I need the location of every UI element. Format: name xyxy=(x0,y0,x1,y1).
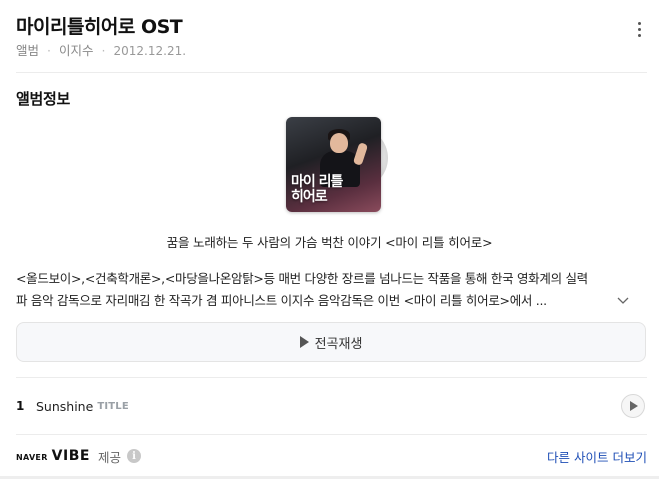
play-all-label: 전곡재생 xyxy=(314,336,363,352)
cover-title-art: 마이 리틀 히어로 xyxy=(291,174,343,205)
separator-dot: · xyxy=(101,43,106,58)
description-line: 파 음악 감독으로 자리매김 한 작곡가 겸 피아니스트 이지수 음악감독은 이… xyxy=(16,293,547,308)
track-play-button[interactable] xyxy=(621,394,645,418)
album-artist[interactable]: 이지수 xyxy=(59,42,94,60)
more-sites-link[interactable]: 다른 사이트 더보기 xyxy=(547,447,647,466)
divider xyxy=(16,72,647,73)
more-options-icon[interactable] xyxy=(629,18,649,40)
info-icon[interactable]: i xyxy=(126,449,141,463)
title-badge: TITLE xyxy=(97,400,129,412)
release-date: 2012.12.21. xyxy=(113,44,187,58)
play-icon xyxy=(630,401,638,411)
album-header: 마이리틀히어로 OST 앨범 · 이지수 · 2012.12.21. xyxy=(16,14,649,58)
album-tagline: 꿈을 노래하는 두 사람의 가슴 벅찬 이야기 <마이 리틀 히어로> xyxy=(166,235,493,250)
play-icon xyxy=(299,336,309,348)
footer: NAVER VIBE 제공 i 다른 사이트 더보기 xyxy=(16,446,647,466)
vibe-logo[interactable]: NAVER VIBE xyxy=(16,448,90,464)
track-number: 1 xyxy=(16,399,25,413)
divider xyxy=(16,434,647,435)
provided-by-label: 제공 xyxy=(97,449,121,465)
divider xyxy=(16,377,647,378)
album-type: 앨범 xyxy=(16,43,40,58)
album-description: <올드보이>,<건축학개론>,<마당을나온암탉>등 매번 다양한 장르를 넘나드… xyxy=(16,268,646,312)
album-meta: 앨범 · 이지수 · 2012.12.21. xyxy=(16,42,649,60)
chevron-down-icon[interactable] xyxy=(616,294,630,308)
track-row[interactable]: 1 Sunshine TITLE xyxy=(16,392,647,420)
description-line: <올드보이>,<건축학개론>,<마당을나온암탉>등 매번 다양한 장르를 넘나드… xyxy=(16,271,588,286)
track-name[interactable]: Sunshine xyxy=(36,399,93,414)
album-art-image: 마이 리틀 히어로 xyxy=(286,117,381,212)
separator-dot: · xyxy=(47,43,51,58)
play-all-button[interactable]: 전곡재생 xyxy=(16,322,646,362)
album-title[interactable]: 마이리틀히어로 OST xyxy=(16,14,649,40)
album-cover[interactable]: 마이 리틀 히어로 xyxy=(286,117,394,213)
section-title: 앨범정보 xyxy=(16,90,71,108)
